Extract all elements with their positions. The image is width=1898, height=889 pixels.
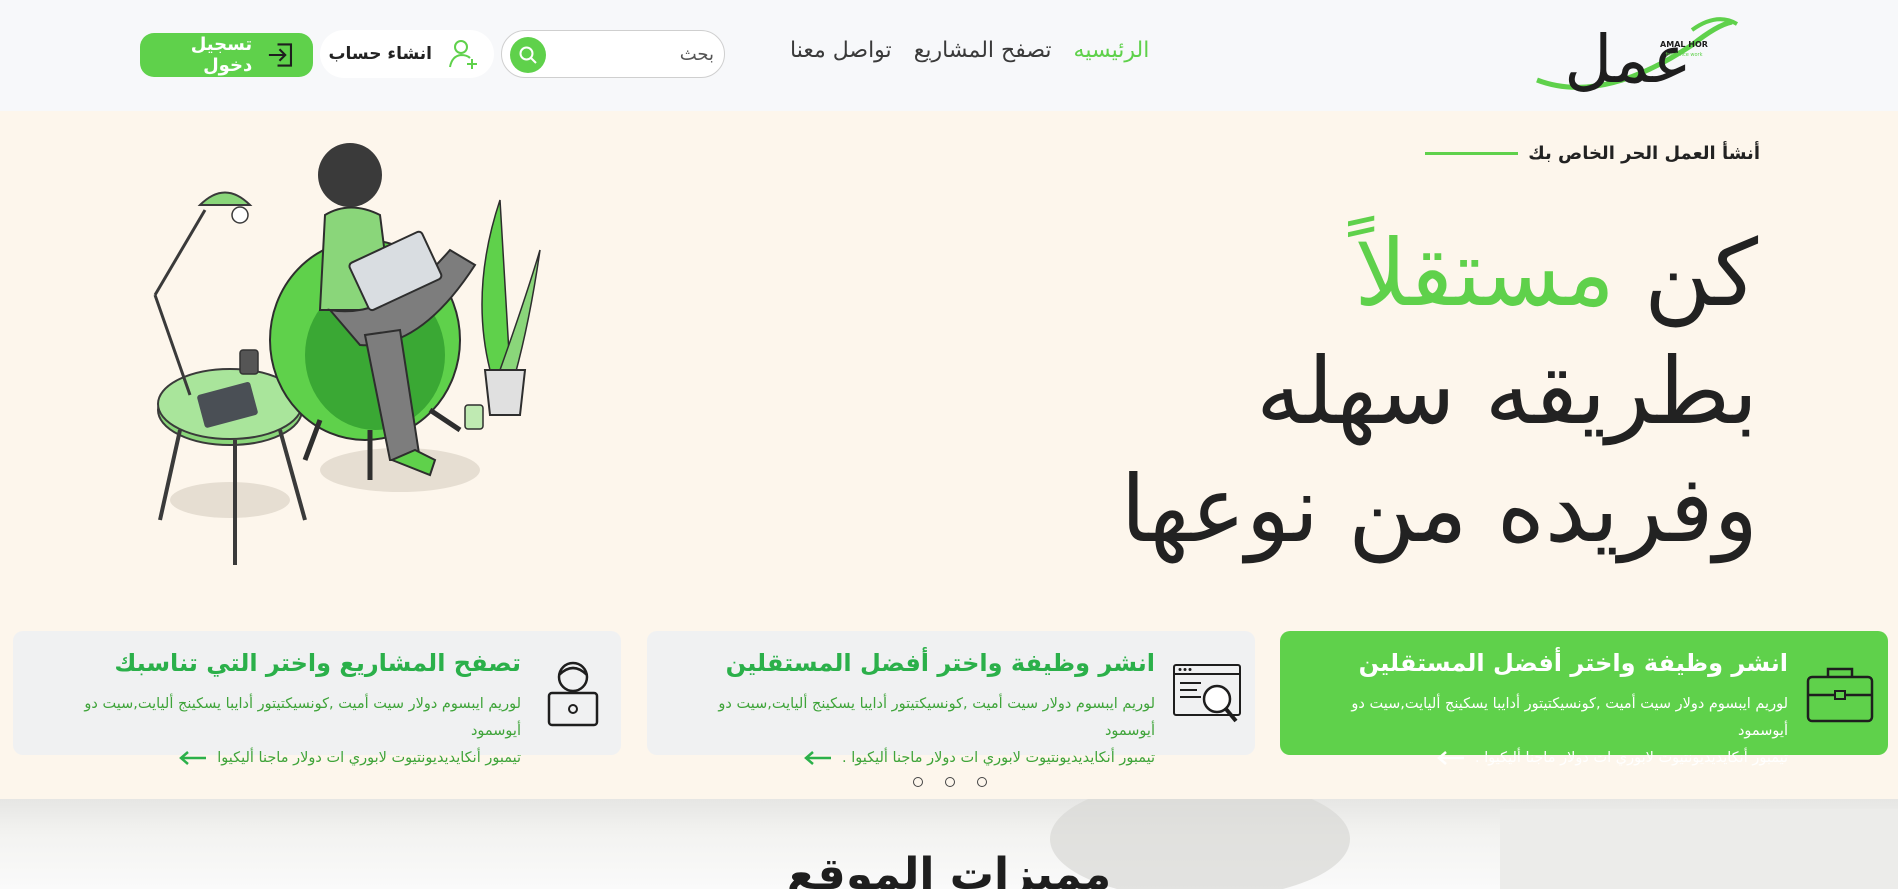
create-account-button[interactable]: انشاء حساب xyxy=(320,30,494,78)
hero-eyebrow-text: أنشأ العمل الحر الخاص بك xyxy=(1528,142,1760,164)
web-search-icon xyxy=(1173,664,1241,723)
feature-card-hire-freelancers[interactable]: انشر وظيفة واختر أفضل المستقلين لوريم اي… xyxy=(647,631,1255,766)
headline-plain-word: كن xyxy=(1644,220,1758,327)
feature-card-post-job[interactable]: انشر وظيفة واختر أفضل المستقلين لوريم اي… xyxy=(1280,631,1888,766)
freelancer-illustration xyxy=(153,143,541,565)
card-desc-line-2: تيمبور أنكايديديونتيوت لابوري ات دولار م… xyxy=(842,750,1155,766)
carousel-dots xyxy=(913,777,987,787)
nav-contact[interactable]: تواصل معنا xyxy=(790,38,892,63)
site-logo[interactable]: عمل AMAL HOR freelance work xyxy=(1532,10,1742,95)
svg-text:AMAL HOR: AMAL HOR xyxy=(1660,40,1708,49)
hero-headline: كن مستقلاً بطريقه سهله وفريده من نوعها xyxy=(1120,215,1758,569)
headline-line-3: وفريده من نوعها xyxy=(1120,456,1758,563)
add-user-icon xyxy=(449,40,477,69)
card-desc-line-1: لوريم ايبسوم دولار سيت أميت ,كونسيكتيتور… xyxy=(718,696,1155,739)
search-button[interactable] xyxy=(510,37,546,73)
arrow-left-icon[interactable] xyxy=(179,751,207,765)
login-button[interactable]: تسجيل دخول xyxy=(140,33,313,77)
carousel-dot-3[interactable] xyxy=(977,777,987,787)
main-nav: الرئيسيه تصفح المشاريع تواصل معنا xyxy=(790,38,1149,63)
card-title: تصفح المشاريع واختر التي تناسبك xyxy=(114,649,521,677)
login-icon xyxy=(269,43,293,67)
svg-text:freelance work: freelance work xyxy=(1666,52,1703,58)
card-desc-line-2: تيمبور أنكايديديونتيوت لابوري ات دولار م… xyxy=(1475,750,1788,766)
arrow-left-icon[interactable] xyxy=(804,751,832,765)
card-description: لوريم ايبسوم دولار سيت أميت ,كونسيكتيتور… xyxy=(41,691,521,772)
arrow-left-icon[interactable] xyxy=(1437,751,1465,765)
card-title: انشر وظيفة واختر أفضل المستقلين xyxy=(1358,649,1788,677)
card-description: لوريم ايبسوم دولار سيت أميت ,كونسيكتيتور… xyxy=(675,691,1155,772)
headline-line-2: بطريقه سهله xyxy=(1256,338,1758,445)
carousel-dot-2[interactable] xyxy=(945,777,955,787)
nav-browse-projects[interactable]: تصفح المشاريع xyxy=(914,38,1052,63)
search-icon xyxy=(519,46,537,64)
headline-accent-word: مستقلاً xyxy=(1354,220,1615,327)
search-box xyxy=(501,30,725,78)
card-desc-line-1: لوريم ايبسوم دولار سيت أميت ,كونسيكتيتور… xyxy=(84,696,521,739)
nav-home[interactable]: الرئيسيه xyxy=(1074,38,1150,63)
headline-line-1: كن مستقلاً xyxy=(1120,215,1758,333)
card-description: لوريم ايبسوم دولار سيت أميت ,كونسيكتيتور… xyxy=(1308,691,1788,772)
svg-text:عمل: عمل xyxy=(1564,21,1692,95)
card-desc-line-1: لوريم ايبسوم دولار سيت أميت ,كونسيكتيتور… xyxy=(1351,696,1788,739)
create-account-label: انشاء حساب xyxy=(328,44,432,64)
card-title: انشر وظيفة واختر أفضل المستقلين xyxy=(725,649,1155,677)
carousel-dot-1[interactable] xyxy=(913,777,923,787)
freelancer-laptop-icon xyxy=(547,661,599,727)
login-label: تسجيل دخول xyxy=(190,34,253,76)
hero-eyebrow: أنشأ العمل الحر الخاص بك xyxy=(1425,141,1760,165)
card-desc-line-2: تيمبور أنكايديديونتيوت لابوري ات دولار م… xyxy=(217,750,521,766)
eyebrow-divider xyxy=(1425,151,1519,155)
search-input[interactable] xyxy=(554,39,714,69)
feature-card-browse-projects[interactable]: تصفح المشاريع واختر التي تناسبك لوريم اي… xyxy=(13,631,621,766)
briefcase-icon xyxy=(1806,667,1874,723)
site-header: عمل AMAL HOR freelance work الرئيسيه تصف… xyxy=(0,0,1898,111)
features-title: مميزات الموقع xyxy=(786,849,1112,889)
features-section: مميزات الموقع xyxy=(0,799,1898,889)
